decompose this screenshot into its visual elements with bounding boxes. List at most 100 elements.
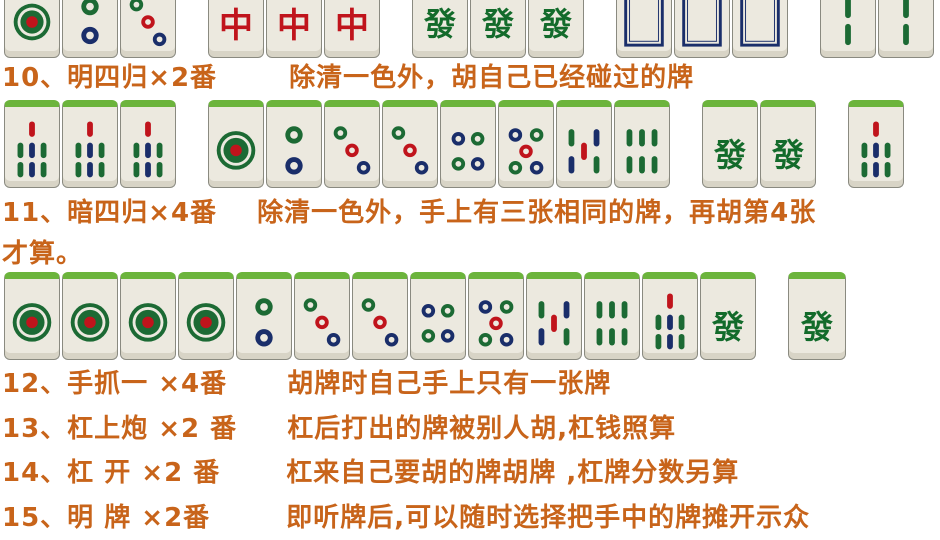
one-circle-icon (13, 3, 51, 41)
green-dragon-glyph: 發 (800, 308, 833, 346)
tile-two-bamboo (820, 0, 876, 58)
tile-one-circle (4, 272, 60, 360)
three-circle-icon (303, 298, 341, 347)
rule-title: 10、明四归×2番 (2, 63, 218, 93)
three-circle-icon (361, 298, 399, 347)
green-dragon-glyph: 發 (711, 308, 744, 346)
five-circle-icon (508, 128, 544, 175)
rule-title: 11、暗四归×4番 (2, 198, 218, 228)
tile-one-circle (178, 272, 234, 360)
rule-title: 14、杠 开 ×2 番 (2, 458, 221, 488)
rule-10: 10、明四归×2番 除清一色外，胡自己已经碰过的牌 (2, 62, 694, 94)
tile-five-bamboo (556, 100, 612, 188)
rule-description: 杠来自己要胡的牌胡牌 ,杠牌分数另算 (286, 458, 740, 488)
one-circle-icon (12, 303, 52, 342)
bamboo-icon (845, 0, 851, 46)
tile-six-bamboo (584, 272, 640, 360)
tile-one-circle (4, 0, 60, 58)
tile-three-circle (352, 272, 408, 360)
red-dragon-glyph: 中 (219, 5, 253, 46)
one-circle-icon (128, 303, 168, 342)
tile-green-dragon: 發 (702, 100, 758, 188)
rule-title: 12、手抓一 ×4番 (2, 369, 228, 399)
green-dragon-glyph: 發 (771, 136, 804, 174)
rule-description: 除清一色外，胡自己已经碰过的牌 (289, 63, 695, 93)
tile-green-dragon: 發 (700, 272, 756, 360)
tile-seven-bamboo (848, 100, 904, 188)
tile-two-circle (62, 0, 118, 58)
five-bamboo-icon (568, 129, 600, 174)
two-circle-icon (81, 0, 99, 45)
rule-15: 15、明 牌 ×2番 即听牌后,可以随时选择把手中的牌摊开示众 (2, 502, 810, 534)
tile-green-dragon: 發 (760, 100, 816, 188)
rule-13: 13、杠上炮 ×2 番 杠后打出的牌被别人胡,杠钱照算 (2, 413, 676, 445)
green-dragon-glyph: 發 (481, 5, 514, 43)
rule-description: 即听牌后,可以随时选择把手中的牌摊开示众 (286, 503, 811, 533)
tile-four-circle (410, 272, 466, 360)
rule-11-continued: 才算。 (2, 238, 83, 270)
one-circle-icon (216, 131, 256, 170)
seven-bamboo-icon (75, 121, 105, 178)
green-dragon-glyph: 發 (539, 5, 572, 43)
rule-14: 14、杠 开 ×2 番 杠来自己要胡的牌胡牌 ,杠牌分数另算 (2, 457, 739, 489)
four-circle-icon (451, 132, 485, 171)
tile-three-circle (294, 272, 350, 360)
tile-one-circle (208, 100, 264, 188)
tile-seven-bamboo (120, 100, 176, 188)
tile-red-dragon: 中 (266, 0, 322, 58)
tile-one-circle (120, 272, 176, 360)
five-circle-icon (478, 300, 514, 347)
one-circle-icon (70, 303, 110, 342)
bamboo-icon (903, 0, 909, 46)
tile-green-dragon: 發 (788, 272, 846, 360)
three-circle-icon (391, 126, 429, 175)
white-dragon-frame-icon (624, 0, 664, 47)
rule-11: 11、暗四归×4番 除清一色外，手上有三张相同的牌，再胡第4张 (2, 197, 816, 229)
tile-four-circle (440, 100, 496, 188)
red-dragon-glyph: 中 (335, 5, 369, 46)
rule-title: 13、杠上炮 ×2 番 (2, 414, 238, 444)
tile-white-dragon (674, 0, 730, 58)
rule-description: 胡牌时自己手上只有一张牌 (287, 369, 612, 399)
white-dragon-frame-icon (740, 0, 780, 47)
tile-red-dragon: 中 (208, 0, 264, 58)
one-circle-icon (186, 303, 226, 342)
tile-two-circle (236, 272, 292, 360)
rule-title-continued: 才算。 (2, 239, 84, 269)
three-circle-icon (129, 0, 167, 47)
two-circle-icon (285, 126, 303, 175)
tile-seven-bamboo (642, 272, 698, 360)
rule-description: 除清一色外，手上有三张相同的牌，再胡第4张 (257, 198, 817, 228)
green-dragon-glyph: 發 (713, 136, 746, 174)
white-dragon-frame-icon (682, 0, 722, 47)
tile-three-circle (324, 100, 380, 188)
rule-description: 杠后打出的牌被别人胡,杠钱照算 (287, 414, 677, 444)
tile-seven-bamboo (62, 100, 118, 188)
rule-12: 12、手抓一 ×4番 胡牌时自己手上只有一张牌 (2, 368, 611, 400)
six-bamboo-icon (596, 301, 628, 346)
seven-bamboo-icon (133, 121, 163, 178)
rule-title: 15、明 牌 ×2番 (2, 503, 211, 533)
tile-five-bamboo (526, 272, 582, 360)
tile-two-circle (266, 100, 322, 188)
tile-red-dragon: 中 (324, 0, 380, 58)
tile-two-bamboo (878, 0, 934, 58)
tile-three-circle (382, 100, 438, 188)
green-dragon-glyph: 發 (423, 5, 456, 43)
tile-green-dragon: 發 (412, 0, 468, 58)
tile-seven-bamboo (4, 100, 60, 188)
tile-three-circle (120, 0, 176, 58)
tile-green-dragon: 發 (528, 0, 584, 58)
seven-bamboo-icon (655, 293, 685, 350)
seven-bamboo-icon (861, 121, 891, 178)
six-bamboo-icon (626, 129, 658, 174)
red-dragon-glyph: 中 (277, 5, 311, 46)
tile-white-dragon (616, 0, 672, 58)
two-circle-icon (255, 298, 273, 347)
tile-five-circle (498, 100, 554, 188)
tile-green-dragon: 發 (470, 0, 526, 58)
tile-six-bamboo (614, 100, 670, 188)
tile-white-dragon (732, 0, 788, 58)
three-circle-icon (333, 126, 371, 175)
seven-bamboo-icon (17, 121, 47, 178)
